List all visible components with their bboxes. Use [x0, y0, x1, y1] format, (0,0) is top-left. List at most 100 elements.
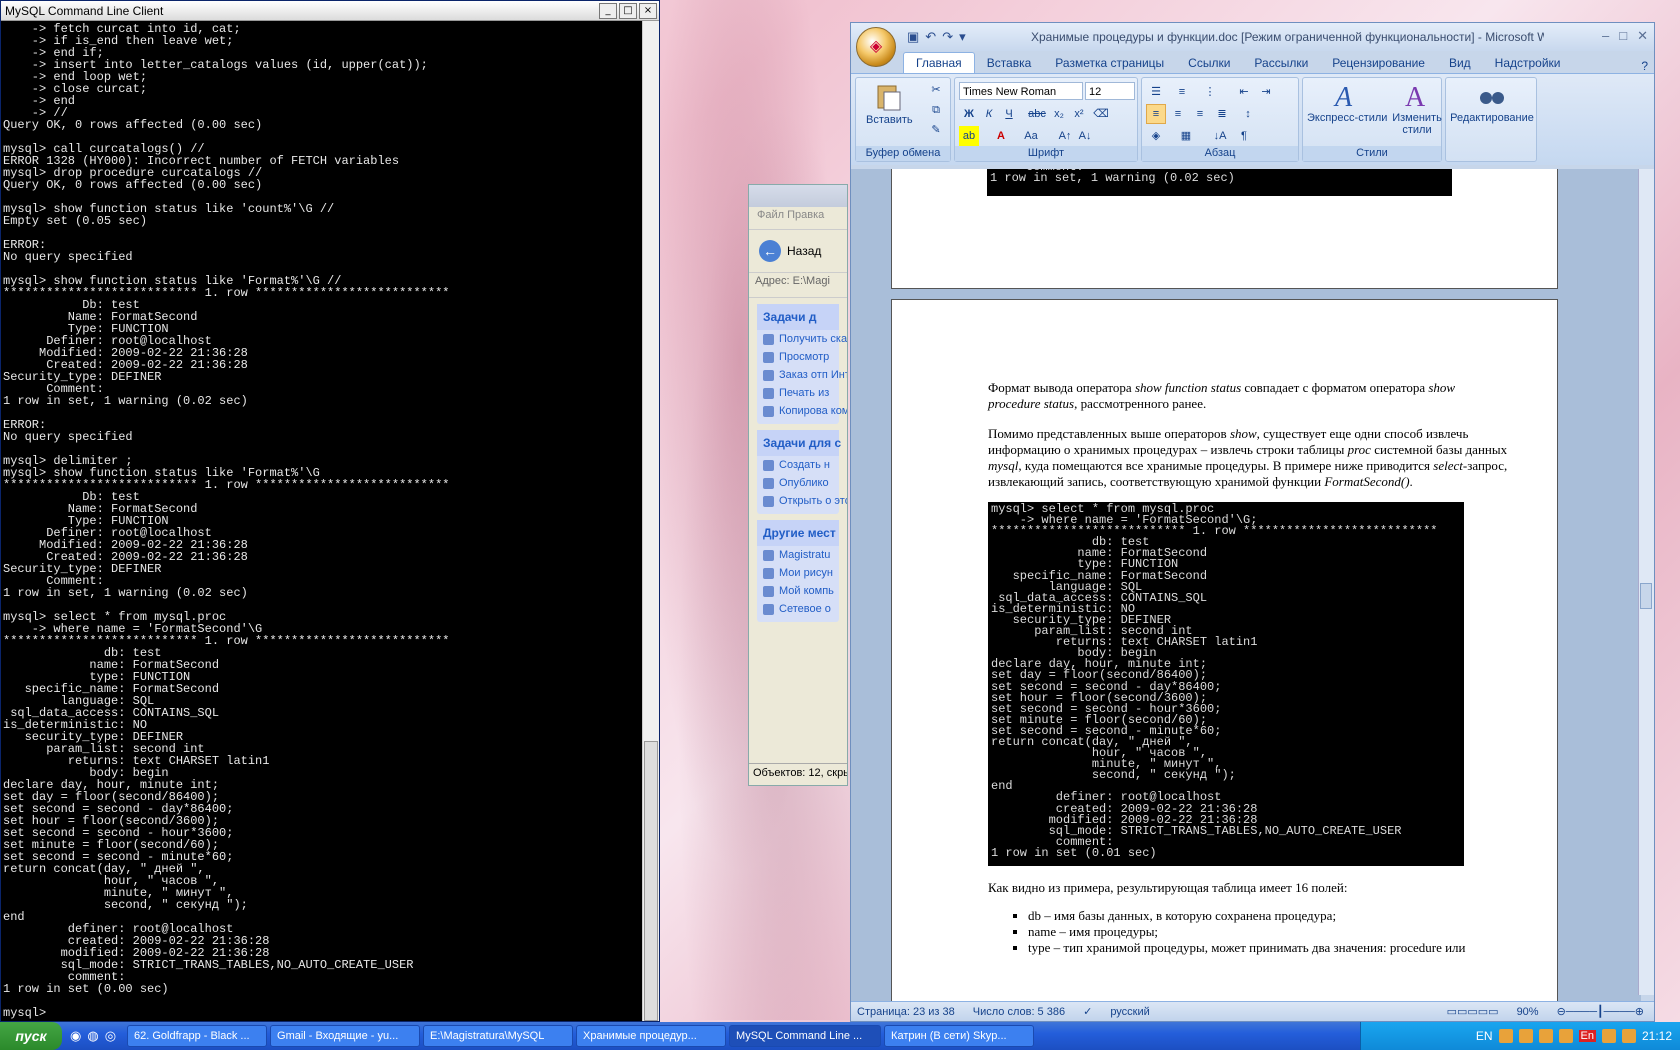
- start-button[interactable]: пуск: [0, 1022, 62, 1050]
- paragraph-1[interactable]: Формат вывода оператора show function st…: [988, 380, 1508, 412]
- tab-page-layout[interactable]: Разметка страницы: [1043, 53, 1176, 73]
- panel-link[interactable]: Опублико: [757, 474, 839, 492]
- panel-link[interactable]: Мой компь: [757, 582, 839, 600]
- format-painter-icon[interactable]: ✎: [926, 120, 946, 140]
- minimize-icon[interactable]: –: [1602, 28, 1609, 44]
- maximize-icon[interactable]: □: [1619, 28, 1627, 44]
- word-window[interactable]: ◈ ▣ ↶ ↷ ▾ Хранимые процедуры и функции.d…: [850, 22, 1655, 1022]
- italic-icon[interactable]: К: [979, 104, 999, 124]
- paragraph-2[interactable]: Помимо представленных выше операторов sh…: [988, 426, 1508, 490]
- explorer-menu[interactable]: Файл Правка: [749, 207, 847, 230]
- tab-home[interactable]: Главная: [903, 52, 975, 73]
- panel-link[interactable]: Открыть о этой папк: [757, 492, 847, 510]
- grow-font-icon[interactable]: A↑: [1055, 126, 1075, 146]
- paragraph-3[interactable]: Как видно из примера, результирующая таб…: [988, 880, 1508, 896]
- taskbar-button[interactable]: E:\Magistratura\MySQL: [423, 1025, 574, 1047]
- document-scrollbar[interactable]: [1638, 169, 1654, 995]
- quick-launch-icon[interactable]: ◎: [105, 1028, 116, 1044]
- close-icon[interactable]: ✕: [1637, 28, 1648, 44]
- subscript-icon[interactable]: x₂: [1049, 104, 1069, 124]
- underline-icon[interactable]: Ч: [999, 104, 1019, 124]
- font-name-combo[interactable]: Times New Roman: [959, 82, 1083, 100]
- tab-addins[interactable]: Надстройки: [1483, 53, 1573, 73]
- line-spacing-icon[interactable]: ↕: [1238, 104, 1258, 124]
- list-item[interactable]: type – тип хранимой процедуры, может при…: [1028, 940, 1548, 956]
- taskbar-button[interactable]: Катрин (В сети) Skyp...: [884, 1025, 1035, 1047]
- clear-format-icon[interactable]: ⌫: [1091, 104, 1111, 124]
- save-icon[interactable]: ▣: [907, 29, 919, 45]
- back-button[interactable]: Назад: [787, 244, 821, 258]
- decrease-indent-icon[interactable]: ⇤: [1234, 82, 1254, 102]
- quick-styles-button[interactable]: A Экспресс-стили: [1307, 80, 1387, 124]
- shading-icon[interactable]: ◈: [1146, 126, 1166, 146]
- panel-link[interactable]: Копирова компакт-д: [757, 402, 847, 420]
- sort-icon[interactable]: ↓A: [1210, 126, 1230, 146]
- tab-view[interactable]: Вид: [1437, 53, 1483, 73]
- scroll-thumb[interactable]: [644, 741, 658, 1021]
- copy-icon[interactable]: ⧉: [926, 100, 946, 120]
- document-area[interactable]: Comment: 1 row in set, 1 warning (0.02 s…: [851, 169, 1641, 1009]
- explorer-titlebar[interactable]: [749, 185, 847, 207]
- tray-icon[interactable]: [1498, 1029, 1513, 1043]
- paste-button[interactable]: Вставить: [866, 82, 913, 126]
- mysql-console-window[interactable]: MySQL Command Line Client _ □ × -> fetch…: [0, 0, 660, 1022]
- panel-link[interactable]: Просмотр: [757, 348, 839, 366]
- quick-launch-icon[interactable]: ◉: [70, 1028, 81, 1044]
- tab-review[interactable]: Рецензирование: [1320, 53, 1437, 73]
- close-icon[interactable]: ×: [639, 2, 657, 19]
- help-icon[interactable]: ?: [1641, 59, 1648, 73]
- panel-header[interactable]: Другие мест: [757, 520, 839, 546]
- office-button-icon[interactable]: ◈: [856, 27, 896, 67]
- panel-link[interactable]: Magistratu: [757, 546, 839, 564]
- font-color-icon[interactable]: A: [991, 126, 1011, 146]
- highlight-icon[interactable]: ab: [959, 126, 979, 146]
- change-styles-button[interactable]: A Изменить стили: [1392, 80, 1442, 136]
- panel-link[interactable]: Сетевое о: [757, 600, 839, 618]
- list-item[interactable]: db – имя базы данных, в которую сохранен…: [1028, 908, 1548, 924]
- keyboard-layout[interactable]: En: [1578, 1030, 1596, 1042]
- editing-button[interactable]: Редактирование: [1450, 80, 1534, 124]
- taskbar-button[interactable]: MySQL Command Line ...: [729, 1025, 882, 1047]
- align-right-icon[interactable]: ≡: [1190, 104, 1210, 124]
- zoom-slider[interactable]: ⊖────┃────⊕: [1557, 1005, 1644, 1018]
- bold-icon[interactable]: Ж: [959, 104, 979, 124]
- justify-icon[interactable]: ≣: [1212, 104, 1232, 124]
- multilevel-list-icon[interactable]: ⋮: [1200, 82, 1220, 102]
- zoom-level[interactable]: 90%: [1517, 1006, 1539, 1018]
- undo-icon[interactable]: ↶: [925, 29, 936, 45]
- document-page[interactable]: Формат вывода оператора show function st…: [891, 299, 1558, 1009]
- taskbar-button[interactable]: Gmail - Входящие - yu...: [270, 1025, 421, 1047]
- back-arrow-icon[interactable]: ←: [759, 240, 781, 262]
- shrink-font-icon[interactable]: A↓: [1075, 126, 1095, 146]
- panel-header[interactable]: Задачи для с: [757, 430, 841, 456]
- word-count[interactable]: Число слов: 5 386: [973, 1006, 1065, 1018]
- tray-icon[interactable]: [1538, 1029, 1553, 1043]
- align-left-icon[interactable]: ≡: [1146, 104, 1166, 124]
- language[interactable]: русский: [1110, 1006, 1149, 1018]
- redo-icon[interactable]: ↷: [942, 29, 953, 45]
- maximize-icon[interactable]: □: [619, 2, 637, 19]
- console-titlebar[interactable]: MySQL Command Line Client _ □ ×: [1, 1, 659, 21]
- language-indicator[interactable]: EN: [1476, 1029, 1493, 1043]
- taskbar-button[interactable]: 62. Goldfrapp - Black ...: [127, 1025, 268, 1047]
- panel-link[interactable]: Заказ отп Интернет: [757, 366, 847, 384]
- address-value[interactable]: E:\Magi: [793, 275, 830, 287]
- increase-indent-icon[interactable]: ⇥: [1256, 82, 1276, 102]
- cut-icon[interactable]: ✂: [926, 80, 946, 100]
- quick-launch-icon[interactable]: ◍: [87, 1028, 98, 1044]
- tray-icon[interactable]: [1601, 1029, 1616, 1043]
- view-buttons-icon[interactable]: ▭▭▭▭▭: [1447, 1005, 1499, 1018]
- numbering-icon[interactable]: ≡: [1172, 82, 1192, 102]
- explorer-window[interactable]: Файл Правка ← Назад Адрес: E:\Magi Задач…: [748, 184, 848, 786]
- taskbar-button[interactable]: Хранимые процедур...: [576, 1025, 727, 1047]
- address-bar[interactable]: Адрес: E:\Magi: [749, 273, 847, 298]
- minimize-icon[interactable]: _: [599, 2, 617, 19]
- customize-qat-icon[interactable]: ▾: [959, 29, 966, 45]
- borders-icon[interactable]: ▦: [1176, 126, 1196, 146]
- console-output[interactable]: -> fetch curcat into id, cat; -> if is_e…: [3, 23, 641, 1021]
- panel-link[interactable]: Создать н: [757, 456, 839, 474]
- list-item[interactable]: name – имя процедуры;: [1028, 924, 1548, 940]
- tray-icon[interactable]: [1518, 1029, 1533, 1043]
- tab-mailings[interactable]: Рассылки: [1242, 53, 1320, 73]
- spellcheck-icon[interactable]: ✓: [1083, 1005, 1092, 1018]
